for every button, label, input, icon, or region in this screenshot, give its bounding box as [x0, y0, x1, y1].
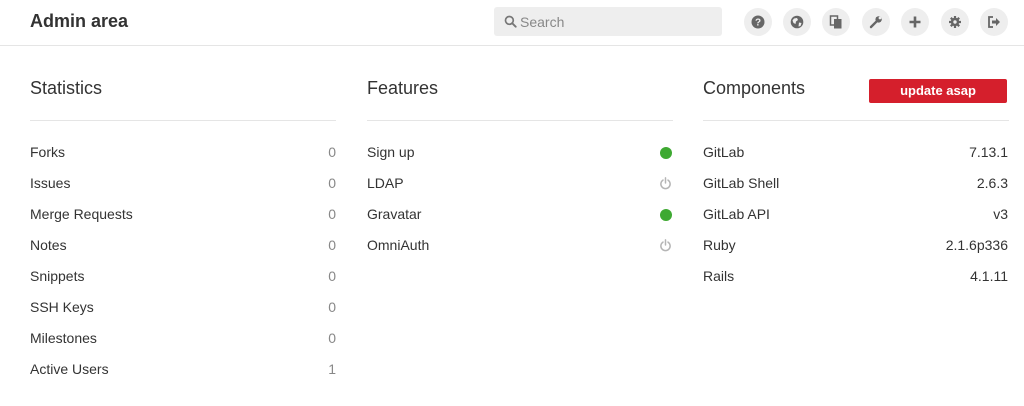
stat-label: Snippets — [30, 268, 85, 284]
component-version: 2.6.3 — [976, 175, 1008, 191]
gear-icon — [949, 16, 961, 28]
divider — [703, 120, 1009, 121]
stat-value: 0 — [328, 237, 336, 253]
enabled-status-dot — [660, 147, 672, 159]
search-input[interactable] — [520, 7, 716, 36]
power-off-icon — [660, 239, 671, 252]
component-row: Ruby 2.1.6p336 — [703, 237, 1008, 257]
globe-icon — [790, 15, 804, 29]
sign-out-icon — [988, 16, 1000, 28]
stat-label: Milestones — [30, 330, 97, 346]
component-label: GitLab Shell — [703, 175, 780, 191]
stat-label: Forks — [30, 144, 65, 160]
statistics-panel: Statistics Forks 0 Issues 0 Merge Reques… — [30, 70, 336, 390]
plus-icon — [909, 16, 921, 28]
divider — [30, 120, 336, 121]
component-row: GitLab Shell 2.6.3 — [703, 175, 1008, 195]
stat-row: Merge Requests 0 — [30, 206, 336, 226]
stat-row: Forks 0 — [30, 144, 336, 164]
stat-value: 0 — [328, 299, 336, 315]
feature-label: Sign up — [367, 144, 415, 160]
component-version: 7.13.1 — [969, 144, 1008, 160]
stat-label: Issues — [30, 175, 71, 191]
feature-row: Sign up — [367, 144, 672, 164]
component-label: GitLab API — [703, 206, 770, 222]
snippets-button[interactable] — [822, 8, 850, 36]
new-project-button[interactable] — [901, 8, 929, 36]
stat-label: Merge Requests — [30, 206, 133, 222]
features-title: Features — [367, 78, 439, 98]
component-version: 4.1.11 — [970, 268, 1008, 284]
enabled-status-dot — [660, 209, 672, 221]
stat-label: Active Users — [30, 361, 109, 377]
feature-row: LDAP — [367, 175, 672, 195]
feature-row: Gravatar — [367, 206, 672, 226]
stat-row: Milestones 0 — [30, 330, 336, 350]
sign-out-button[interactable] — [980, 8, 1008, 36]
stat-value: 0 — [328, 175, 336, 191]
feature-label: OmniAuth — [367, 237, 430, 253]
statistics-title: Statistics — [30, 78, 103, 98]
stat-value: 1 — [328, 361, 336, 377]
features-panel: Features Sign up LDAP Gravatar OmniAuth — [367, 70, 673, 270]
component-version: 2.1.6p336 — [945, 237, 1008, 253]
help-button[interactable]: ? — [744, 8, 772, 36]
update-asap-badge[interactable]: update asap — [869, 79, 1007, 103]
stat-value: 0 — [328, 206, 336, 222]
components-panel: Components GitLab 7.13.1 GitLab Shell 2.… — [703, 70, 1009, 300]
search-icon — [504, 15, 517, 28]
search-box[interactable] — [494, 7, 722, 36]
component-label: GitLab — [703, 144, 745, 160]
stat-label: Notes — [30, 237, 67, 253]
feature-label: Gravatar — [367, 206, 422, 222]
component-label: Rails — [703, 268, 735, 284]
copy-icon — [829, 15, 842, 29]
stat-row: Notes 0 — [30, 237, 336, 257]
divider — [367, 120, 673, 121]
stat-value: 0 — [328, 330, 336, 346]
component-label: Ruby — [703, 237, 736, 253]
stat-row: Snippets 0 — [30, 268, 336, 288]
wrench-icon — [869, 16, 882, 29]
components-title: Components — [703, 78, 806, 98]
stat-label: SSH Keys — [30, 299, 94, 315]
feature-label: LDAP — [367, 175, 404, 191]
stat-row: Issues 0 — [30, 175, 336, 195]
power-off-icon — [660, 177, 671, 190]
help-icon: ? — [751, 15, 765, 29]
svg-text:?: ? — [755, 18, 761, 29]
component-row: GitLab 7.13.1 — [703, 144, 1008, 164]
admin-area-button[interactable] — [862, 8, 890, 36]
page-title: Admin area — [30, 11, 129, 31]
profile-settings-button[interactable] — [941, 8, 969, 36]
stat-value: 0 — [328, 144, 336, 160]
stat-value: 0 — [328, 268, 336, 284]
feature-row: OmniAuth — [367, 237, 672, 257]
stat-row: Active Users 1 — [30, 361, 336, 381]
component-row: Rails 4.1.11 — [703, 268, 1008, 288]
top-header: Admin area ? — [0, 0, 1024, 46]
component-row: GitLab API v3 — [703, 206, 1008, 226]
component-version: v3 — [993, 206, 1008, 222]
explore-button[interactable] — [783, 8, 811, 36]
stat-row: SSH Keys 0 — [30, 299, 336, 319]
